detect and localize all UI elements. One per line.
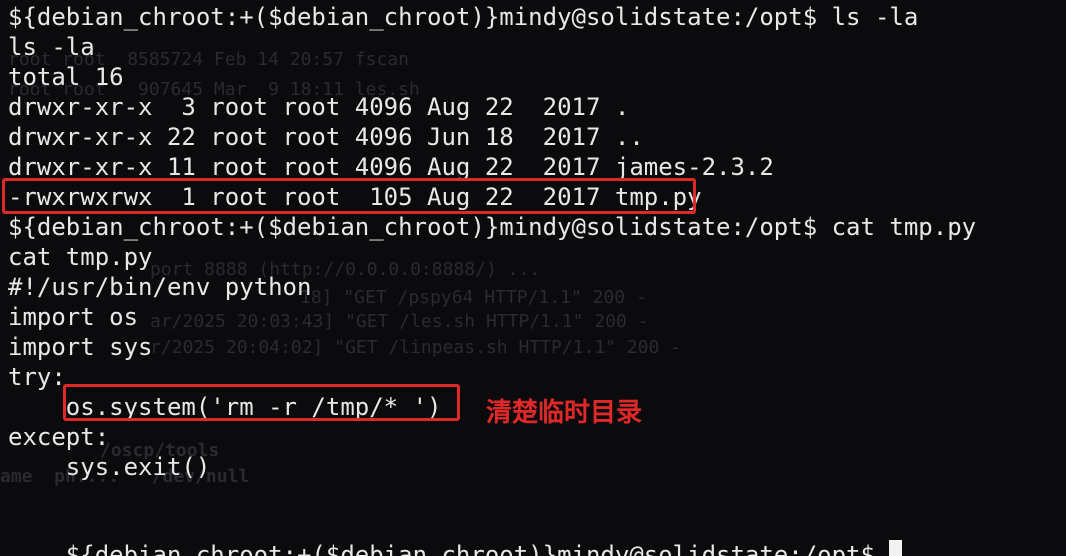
output-line: drwxr-xr-x 3 root root 4096 Aug 22 2017 … xyxy=(8,93,630,121)
prompt-line: ${debian_chroot:+($debian_chroot)}mindy@… xyxy=(8,3,919,31)
output-line: total 16 xyxy=(8,63,124,91)
output-line: import os xyxy=(8,303,139,331)
output-line: import sys xyxy=(8,333,153,361)
prompt-line: ${debian_chroot:+($debian_chroot)}mindy@… xyxy=(8,213,977,241)
highlight-box-tmp-py xyxy=(2,178,696,214)
ghost-text: r/2025 20:04:02] "GET /linpeas.sh HTTP/1… xyxy=(150,337,682,358)
echo-line: cat tmp.py xyxy=(8,243,153,271)
text-cursor xyxy=(889,540,903,556)
terminal-window[interactable]: root root 8585724 Feb 14 20:57 fscan roo… xyxy=(0,0,1066,556)
output-line: sys.exit() xyxy=(8,453,211,481)
prompt-text: ${debian_chroot:+($debian_chroot)}mindy@… xyxy=(65,541,890,556)
output-line: #!/usr/bin/env python xyxy=(8,273,312,301)
output-line: drwxr-xr-x 22 root root 4096 Jun 18 2017… xyxy=(8,123,644,151)
echo-line: ls -la xyxy=(8,33,95,61)
annotation-label: 清楚临时目录 xyxy=(486,398,643,428)
highlight-box-os-system xyxy=(63,384,460,421)
active-prompt[interactable]: ${debian_chroot:+($debian_chroot)}mindy@… xyxy=(8,510,903,556)
output-line: except: xyxy=(8,423,110,451)
output-line: try: xyxy=(8,363,66,391)
